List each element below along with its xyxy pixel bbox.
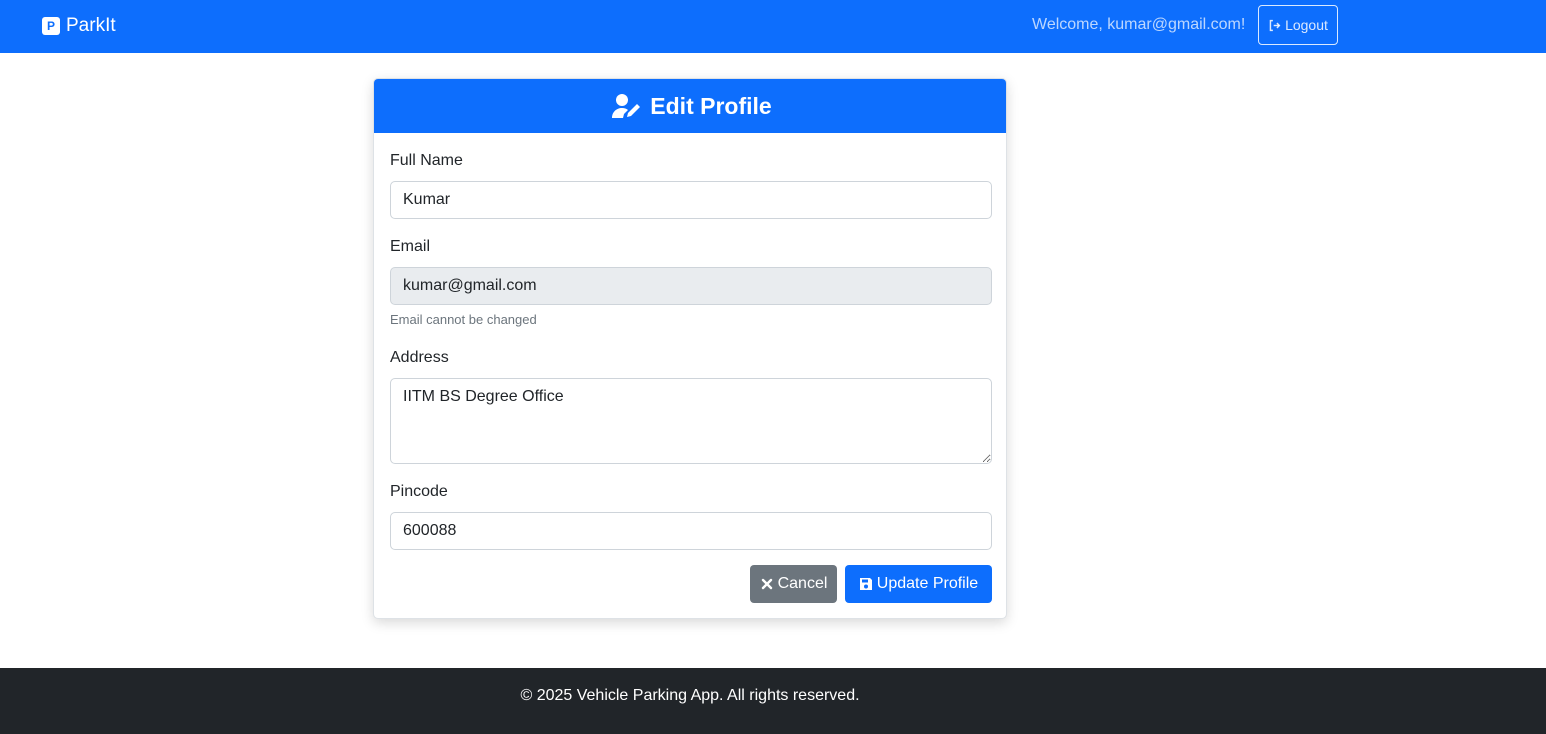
- footer-copyright: © 2025 Vehicle Parking App. All rights r…: [520, 687, 860, 704]
- cancel-button[interactable]: Cancel: [750, 565, 837, 603]
- email-label: Email: [390, 238, 431, 255]
- welcome-text: Welcome, kumar@gmail.com!: [1032, 16, 1246, 33]
- cancel-label: Cancel: [777, 575, 828, 592]
- card-header: Edit Profile: [374, 79, 1006, 133]
- footer: © 2025 Vehicle Parking App. All rights r…: [0, 668, 1546, 734]
- close-icon: [761, 578, 772, 590]
- brand-link[interactable]: P ParkIt: [42, 15, 116, 37]
- update-profile-button[interactable]: Update Profile: [845, 565, 992, 603]
- logout-button[interactable]: Logout: [1258, 5, 1338, 45]
- page-title: Edit Profile: [650, 92, 772, 119]
- top-navbar: P ParkIt Welcome, kumar@gmail.com! Logou…: [0, 0, 1546, 53]
- pincode-label: Pincode: [390, 483, 448, 500]
- email-help-text: Email cannot be changed: [390, 312, 537, 327]
- edit-profile-card: Edit Profile Full Name Email Email canno…: [373, 78, 1007, 619]
- update-profile-label: Update Profile: [876, 575, 979, 592]
- address-label: Address: [390, 349, 449, 366]
- logout-label: Logout: [1285, 17, 1328, 33]
- pincode-input[interactable]: [390, 512, 992, 550]
- email-input: [390, 267, 992, 305]
- address-textarea[interactable]: IITM BS Degree Office: [390, 378, 992, 464]
- user-edit-icon: [612, 94, 641, 118]
- full-name-label: Full Name: [390, 152, 463, 169]
- sign-out-icon: [1269, 19, 1281, 31]
- brand-name: ParkIt: [66, 15, 116, 36]
- parking-icon: P: [42, 17, 60, 35]
- save-icon: [859, 578, 872, 590]
- full-name-input[interactable]: [390, 181, 992, 219]
